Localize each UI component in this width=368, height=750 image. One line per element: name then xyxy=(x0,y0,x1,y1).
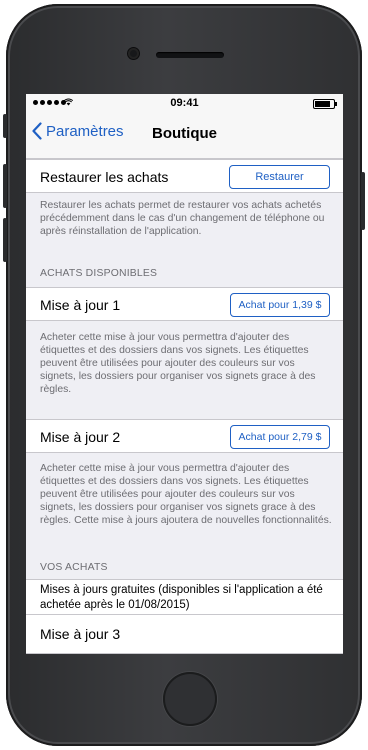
restore-label: Restaurer les achats xyxy=(40,169,169,185)
purchase-cell-update-2: Mise à jour 2 Achat pour 2,79 $ xyxy=(26,419,343,453)
restore-cell: Restaurer les achats Restaurer xyxy=(26,159,343,193)
back-button[interactable]: Paramètres xyxy=(32,122,124,140)
purchased-cell-update-3: Mise à jour 3 xyxy=(26,614,343,654)
navigation-bar: Paramètres Boutique xyxy=(26,112,343,159)
buy-update-1-button[interactable]: Achat pour 1,39 $ xyxy=(230,293,330,317)
home-button[interactable] xyxy=(163,672,217,726)
restore-footer: Restaurer les achats permet de restaurer… xyxy=(40,200,325,237)
free-updates-note-cell: Mises à jours gratuites (disponibles si … xyxy=(26,579,343,614)
restore-button[interactable]: Restaurer xyxy=(229,165,330,189)
free-updates-note: Mises à jours gratuites (disponibles si … xyxy=(40,584,323,611)
update-1-label: Mise à jour 1 xyxy=(40,297,121,313)
buy-update-2-button[interactable]: Achat pour 2,79 $ xyxy=(230,425,330,449)
update-3-label: Mise à jour 3 xyxy=(40,626,121,642)
update-2-description: Acheter cette mise à jour vous permettra… xyxy=(40,463,332,526)
back-button-label: Paramètres xyxy=(46,122,124,140)
status-time: 09:41 xyxy=(170,97,199,109)
battery-icon xyxy=(313,99,337,109)
front-camera xyxy=(128,48,139,59)
chevron-left-icon xyxy=(32,122,42,140)
screen: 09:41 Paramètres Boutique Restaurer les … xyxy=(26,94,343,654)
status-bar: 09:41 xyxy=(26,94,343,112)
earpiece-speaker xyxy=(156,52,224,58)
purchase-cell-update-1: Mise à jour 1 Achat pour 1,39 $ xyxy=(26,287,343,321)
volume-down-button xyxy=(3,218,7,262)
battery-level xyxy=(315,101,330,107)
power-button xyxy=(361,172,365,230)
available-header: ACHATS DISPONIBLES xyxy=(40,268,158,279)
volume-up-button xyxy=(3,164,7,208)
update-1-description: Acheter cette mise à jour vous permettra… xyxy=(40,332,316,395)
mute-switch xyxy=(3,114,7,138)
update-2-label: Mise à jour 2 xyxy=(40,429,121,445)
purchased-header: VOS ACHATS xyxy=(40,562,108,573)
